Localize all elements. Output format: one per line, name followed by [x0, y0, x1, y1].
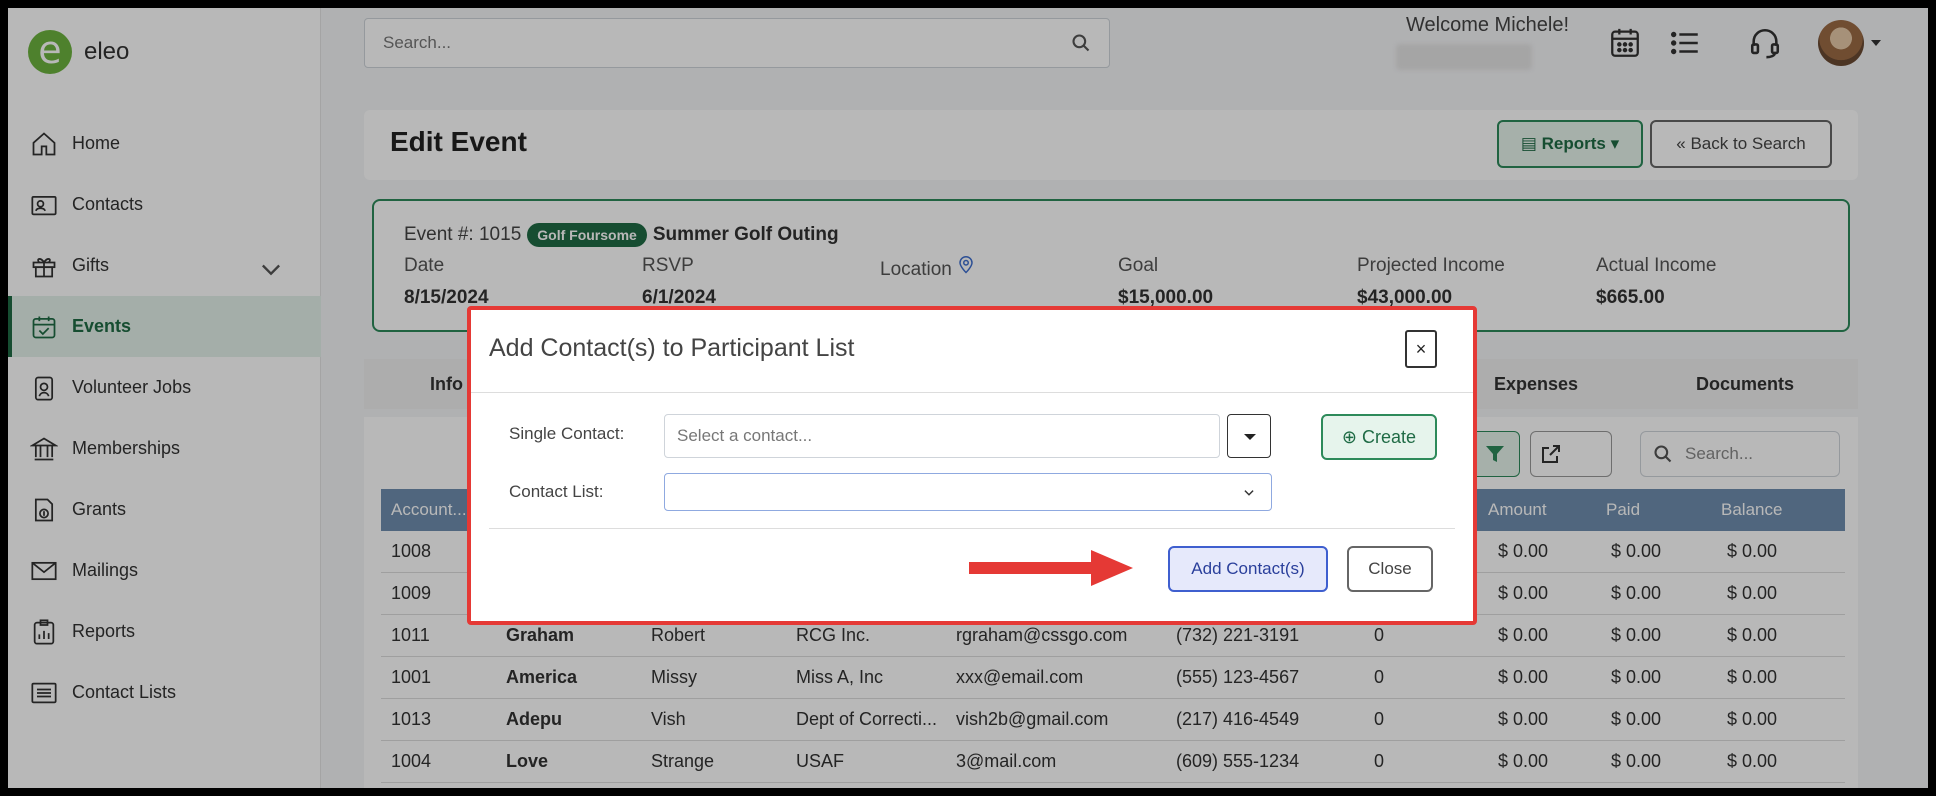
create-label: Create	[1362, 427, 1417, 447]
modal-title: Add Contact(s) to Participant List	[489, 334, 855, 362]
divider	[471, 392, 1473, 393]
close-button[interactable]: Close	[1347, 546, 1433, 592]
single-contact-label: Single Contact:	[509, 424, 625, 443]
add-contacts-button[interactable]: Add Contact(s)	[1168, 546, 1328, 592]
create-contact-button[interactable]: ⊕ Create	[1321, 414, 1437, 460]
annotation-arrow-icon	[969, 550, 1133, 586]
contact-dropdown-toggle[interactable]	[1227, 414, 1271, 458]
plus-circle-icon: ⊕	[1341, 427, 1358, 447]
select-placeholder: Select a contact...	[677, 426, 813, 445]
app-window: e eleo Home Contacts Gifts Events Volunt…	[8, 8, 1928, 788]
divider	[489, 528, 1455, 529]
contact-list-select[interactable]	[664, 473, 1272, 511]
chevron-down-icon	[1244, 490, 1254, 496]
contact-list-label: Contact List:	[509, 482, 604, 501]
single-contact-select[interactable]: Select a contact...	[664, 414, 1220, 458]
add-contacts-modal: Add Contact(s) to Participant List × Sin…	[467, 306, 1477, 625]
close-icon[interactable]: ×	[1405, 330, 1437, 368]
